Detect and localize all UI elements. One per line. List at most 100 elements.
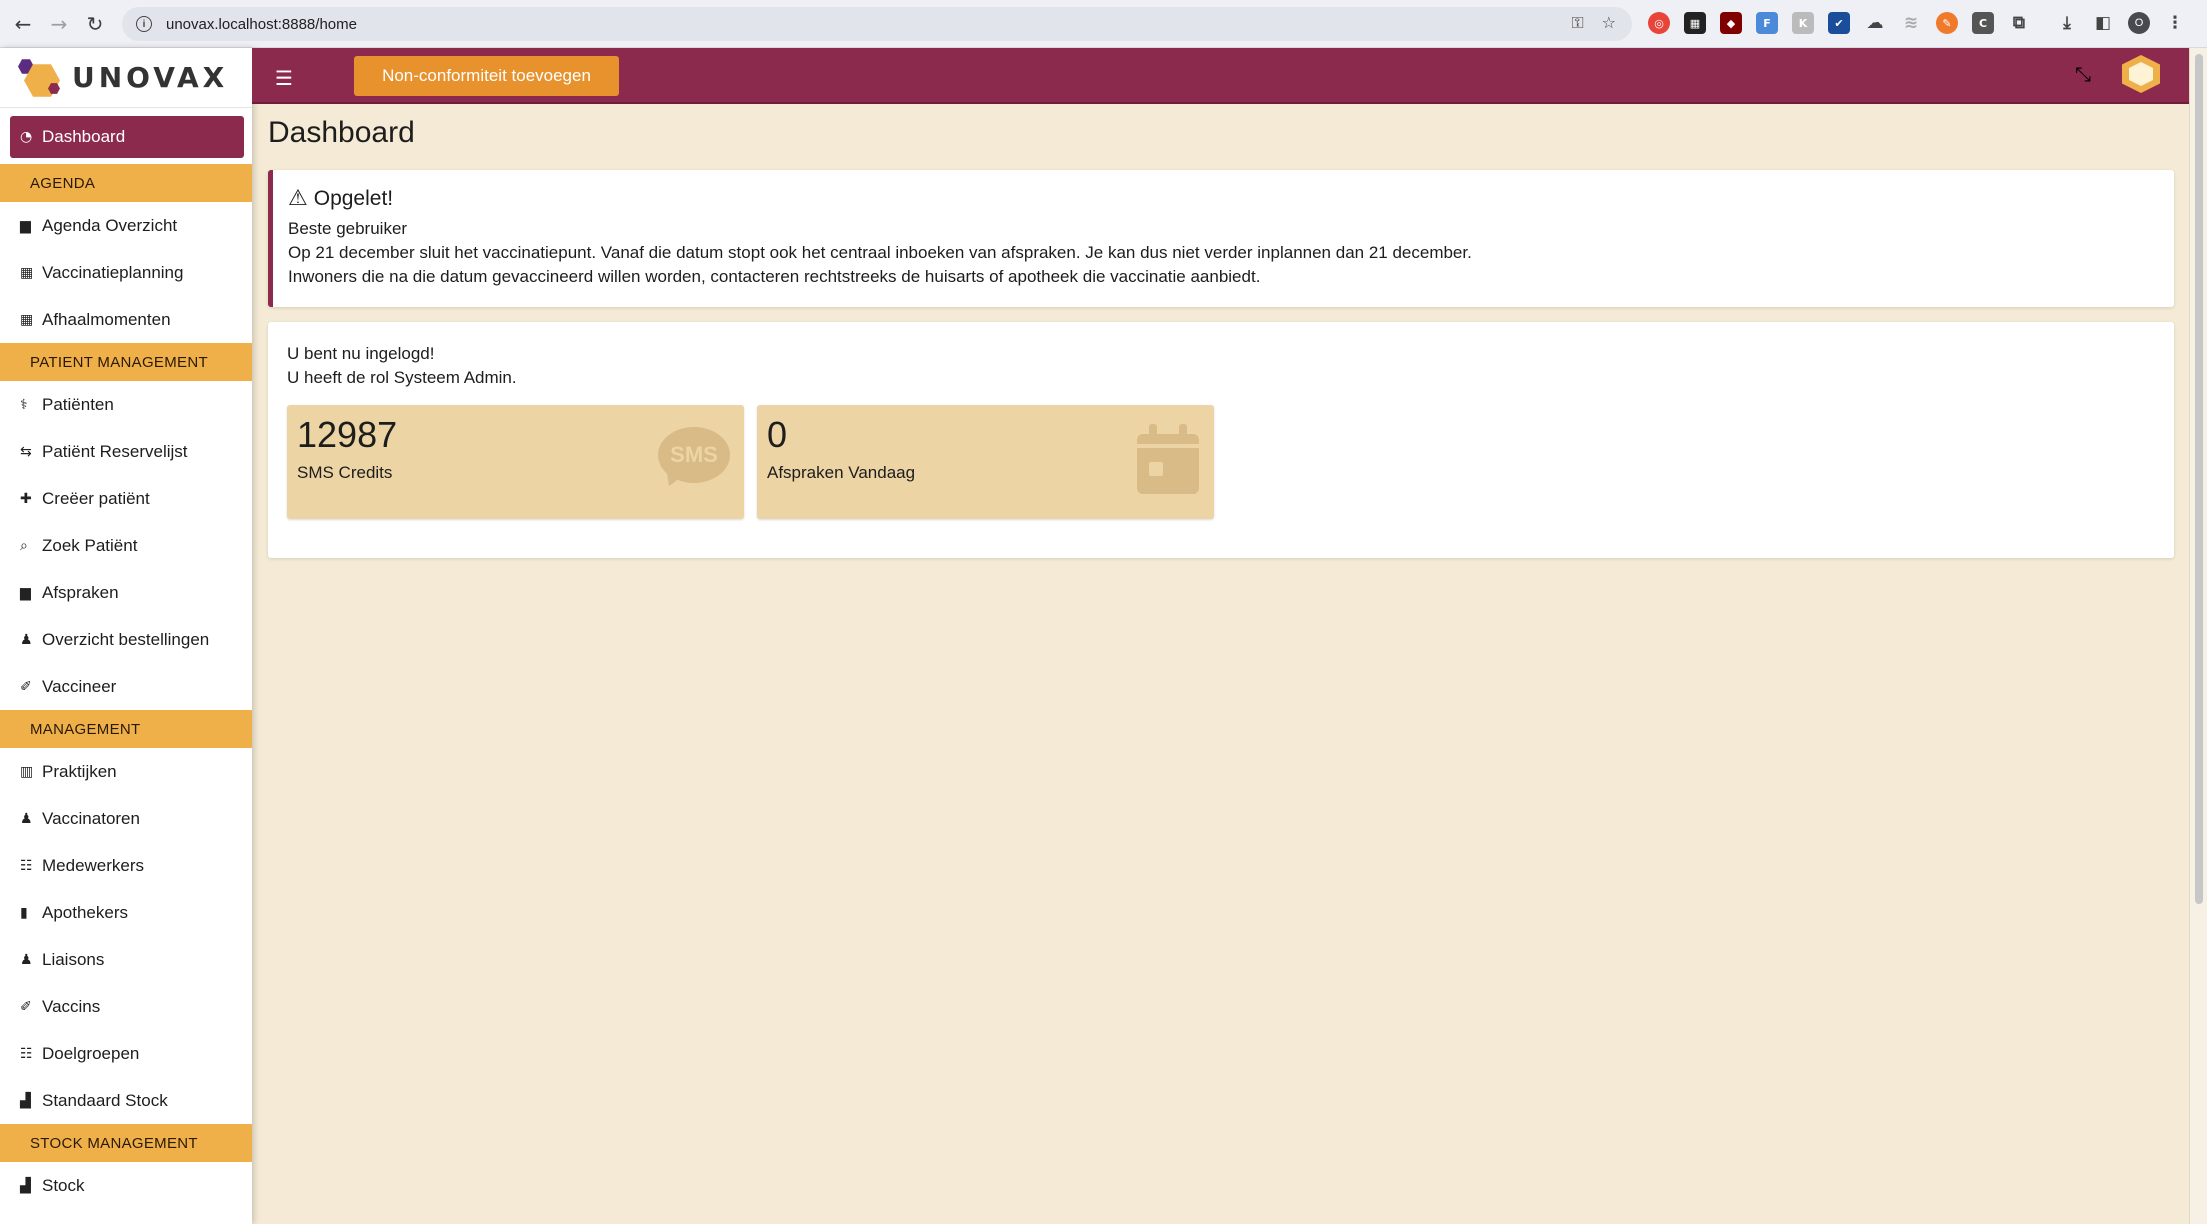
alert-title: ⚠ Opgelet! xyxy=(288,186,2174,211)
fullscreen-icon[interactable]: ⤡ xyxy=(2075,62,2091,86)
extension-1-icon[interactable]: ◎ xyxy=(1648,12,1670,34)
sms-icon: SMS xyxy=(658,427,730,491)
sidebar-item-vaccinatieplanning[interactable]: ▦ Vaccinatieplanning xyxy=(0,249,252,296)
sidebar-item-label: Standaard Stock xyxy=(42,1090,168,1110)
login-message: U bent nu ingelogd! xyxy=(287,344,435,363)
page-title: Dashboard xyxy=(268,116,415,149)
calendar-icon: ▆ xyxy=(20,584,31,601)
sidebar-item-label: Medewerkers xyxy=(42,855,145,875)
sidebar-item-overzicht-bestellingen[interactable]: ♟ Overzicht bestellingen xyxy=(0,616,252,663)
forward-icon[interactable]: → xyxy=(46,11,72,37)
url-text: unovax.localhost:8888/home xyxy=(166,15,357,33)
sidebar-item-doelgroepen[interactable]: ☷ Doelgroepen xyxy=(0,1030,252,1077)
sidebar-item-patient-reservelijst[interactable]: ⇆ Patiënt Reservelijst xyxy=(0,428,252,475)
sidebar-item-zoek-patient[interactable]: ⌕ Zoek Patiënt xyxy=(0,522,252,569)
brand-logo[interactable]: UNOVAX xyxy=(0,48,252,108)
sidebar-item-medewerkers[interactable]: ☷ Medewerkers xyxy=(0,842,252,889)
boxes-icon: ▟ xyxy=(20,1177,31,1194)
side-panel-icon[interactable]: ◧ xyxy=(2092,12,2114,34)
sidebar-item-label: Dashboard xyxy=(42,127,126,146)
welcome-card: U bent nu ingelogd! U heeft de rol Syste… xyxy=(268,322,2174,558)
ublock-icon[interactable]: ◆ xyxy=(1720,12,1742,34)
reload-icon[interactable]: ↻ xyxy=(82,11,108,37)
sidebar-item-creeer-patient[interactable]: ✚ Creëer patiënt xyxy=(0,475,252,522)
address-bar[interactable]: i unovax.localhost:8888/home ⚿ ☆ xyxy=(122,7,1632,41)
back-icon[interactable]: ← xyxy=(10,11,36,37)
prescription-bottle-icon: ▮ xyxy=(20,904,28,921)
extension-6-icon[interactable]: ✔ xyxy=(1828,12,1850,34)
site-info-icon[interactable]: i xyxy=(136,16,152,32)
sidebar-item-patienten[interactable]: ⚕ Patiënten xyxy=(0,381,252,428)
sidebar-section-stock-management: STOCK MANAGEMENT xyxy=(0,1124,252,1162)
sidebar-item-label: Stock xyxy=(42,1175,85,1195)
sidebar-item-label: Apothekers xyxy=(42,902,128,922)
building-icon: ▥ xyxy=(20,763,34,780)
sidebar-item-label: Agenda Overzicht xyxy=(42,215,178,235)
people-arrows-icon: ⇆ xyxy=(20,443,32,460)
users-icon: ☷ xyxy=(20,857,33,874)
menu-toggle-icon[interactable]: ☰ xyxy=(275,66,293,90)
alert-title-text: Opgelet! xyxy=(313,186,394,210)
profile-avatar[interactable]: O xyxy=(2128,12,2150,34)
sidebar-item-label: Afhaalmomenten xyxy=(42,309,171,329)
boxes-icon: ▟ xyxy=(20,1092,31,1109)
download-icon[interactable]: ⤓ xyxy=(2056,12,2078,34)
browser-toolbar: ← → ↻ i unovax.localhost:8888/home ⚿ ☆ ◎… xyxy=(0,0,2207,48)
extension-8-icon[interactable]: ≋ xyxy=(1900,12,1922,34)
sidebar-item-vaccinatoren[interactable]: ♟ Vaccinatoren xyxy=(0,795,252,842)
sidebar-item-label: Vaccins xyxy=(42,996,101,1016)
sidebar-item-vaccins[interactable]: ✐ Vaccins xyxy=(0,983,252,1030)
sidebar-section-management: MANAGEMENT xyxy=(0,710,252,748)
brand-name: UNOVAX xyxy=(72,61,229,94)
gauge-icon: ◔ xyxy=(20,129,33,145)
sidebar-item-label: Patiënten xyxy=(42,394,114,414)
sidebar-item-vaccineer[interactable]: ✐ Vaccineer xyxy=(0,663,252,710)
sidebar-item-label: Vaccineer xyxy=(42,676,117,696)
password-key-icon[interactable]: ⚿ xyxy=(1571,13,1583,33)
calendar-grid-icon: ▦ xyxy=(20,311,34,328)
sidebar-item-praktijken[interactable]: ▥ Praktijken xyxy=(0,748,252,795)
sms-credits-box: 12987 SMS Credits SMS xyxy=(287,405,744,519)
alert-line: Beste gebruiker xyxy=(288,219,408,238)
syringe-icon: ✐ xyxy=(20,998,32,1015)
extension-9-icon[interactable]: ✎ xyxy=(1936,12,1958,34)
sidebar-item-stock[interactable]: ▟ Stock xyxy=(0,1162,252,1209)
warning-alert: ⚠ Opgelet! Beste gebruiker Op 21 decembe… xyxy=(268,170,2174,307)
extension-10-icon[interactable]: C xyxy=(1972,12,1994,34)
user-avatar[interactable] xyxy=(2122,55,2160,93)
search-icon: ⌕ xyxy=(20,537,28,554)
sidebar-section-agenda: AGENDA xyxy=(0,164,252,202)
extension-2-icon[interactable]: ▦ xyxy=(1684,12,1706,34)
bookmark-star-icon[interactable]: ☆ xyxy=(1602,13,1616,33)
calendar-grid-icon: ▦ xyxy=(20,264,34,281)
sidebar-item-label: Vaccinatieplanning xyxy=(42,262,184,282)
users-icon: ☷ xyxy=(20,1045,33,1062)
page-scrollbar[interactable] xyxy=(2189,48,2207,1224)
browser-menu-icon[interactable]: ⋮ xyxy=(2164,12,2186,34)
sidebar-item-afspraken[interactable]: ▆ Afspraken xyxy=(0,569,252,616)
extension-7-icon[interactable]: ☁ xyxy=(1864,12,1886,34)
user-icon: ♟ xyxy=(20,951,33,968)
sidebar-item-dashboard[interactable]: ◔ Dashboard xyxy=(10,116,244,158)
logo-icon xyxy=(18,55,68,101)
sidebar: UNOVAX ◔ Dashboard AGENDA ▆ Agenda Overz… xyxy=(0,48,252,1224)
sidebar-item-afhaalmomenten[interactable]: ▦ Afhaalmomenten xyxy=(0,296,252,343)
sidebar-item-label: Zoek Patiënt xyxy=(42,535,138,555)
sidebar-item-agenda-overzicht[interactable]: ▆ Agenda Overzicht xyxy=(0,202,252,249)
extension-5-icon[interactable]: K xyxy=(1792,12,1814,34)
sidebar-item-liaisons[interactable]: ♟ Liaisons xyxy=(0,936,252,983)
add-nonconformity-button[interactable]: Non-conformiteit toevoegen xyxy=(354,56,619,96)
alert-line: Inwoners die na die datum gevaccineerd w… xyxy=(288,267,1261,286)
sidebar-item-label: Overzicht bestellingen xyxy=(42,629,210,649)
user-doctor-icon: ♟ xyxy=(20,631,33,648)
extensions-puzzle-icon[interactable]: ⧉ xyxy=(2008,12,2030,34)
extension-4-icon[interactable]: F xyxy=(1756,12,1778,34)
scrollbar-thumb[interactable] xyxy=(2195,54,2203,904)
sidebar-item-standaard-stock[interactable]: ▟ Standaard Stock xyxy=(0,1077,252,1124)
syringe-icon: ✐ xyxy=(20,678,32,695)
sidebar-item-label: Patiënt Reservelijst xyxy=(42,441,188,461)
sidebar-item-label: Liaisons xyxy=(42,949,105,969)
sidebar-item-apothekers[interactable]: ▮ Apothekers xyxy=(0,889,252,936)
calendar-icon: ▆ xyxy=(20,217,31,234)
sidebar-item-label: Doelgroepen xyxy=(42,1043,140,1063)
